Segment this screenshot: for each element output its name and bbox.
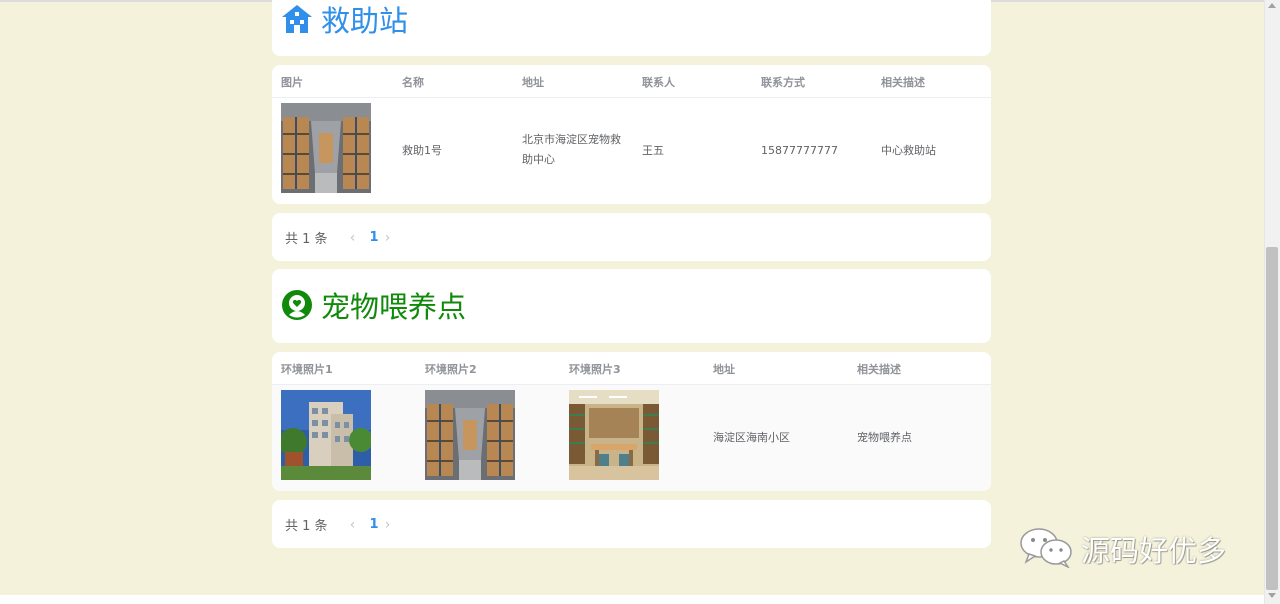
feeding-point-title: 宠物喂养点 bbox=[281, 287, 466, 327]
address-line-2: 助中心 bbox=[522, 153, 555, 166]
warehouse-image[interactable] bbox=[281, 103, 371, 193]
station-description: 中心救助站 bbox=[881, 144, 936, 157]
pet-heart-icon bbox=[281, 289, 313, 325]
library-image[interactable] bbox=[569, 390, 659, 480]
scroll-up-icon[interactable] bbox=[1268, 3, 1276, 8]
feeding-point-pagination-card: 共 1 条 ‹ 1 › bbox=[272, 500, 991, 548]
column-header-photo-2[interactable]: 环境照片2 bbox=[425, 361, 477, 377]
column-header-name[interactable]: 名称 bbox=[402, 74, 424, 90]
section-title: 救助站 bbox=[321, 4, 409, 38]
home-icon bbox=[281, 4, 313, 38]
column-header-image[interactable]: 图片 bbox=[281, 74, 303, 90]
building-image[interactable] bbox=[281, 390, 371, 480]
table-header: 图片 名称 地址 联系人 联系方式 相关描述 bbox=[272, 65, 991, 98]
column-header-address[interactable]: 地址 bbox=[713, 361, 735, 377]
column-header-photo-3[interactable]: 环境照片3 bbox=[569, 361, 621, 377]
chevron-right-icon[interactable]: › bbox=[371, 230, 405, 246]
rescue-station-header-card: 救助站 bbox=[272, 0, 991, 56]
feeding-point-table: 环境照片1 环境照片2 环境照片3 地址 相关描述 海淀区海南小区 宠物喂养点 bbox=[272, 352, 991, 491]
column-header-phone[interactable]: 联系方式 bbox=[761, 74, 805, 90]
section-title: 宠物喂养点 bbox=[321, 290, 467, 324]
address-line-1: 北京市海淀区宠物救 bbox=[522, 133, 621, 146]
rescue-station-table: 图片 名称 地址 联系人 联系方式 相关描述 救助1号 北京市海淀区宠物救 助中… bbox=[272, 65, 991, 204]
column-header-photo-1[interactable]: 环境照片1 bbox=[281, 361, 333, 377]
table-header: 环境照片1 环境照片2 环境照片3 地址 相关描述 bbox=[272, 352, 991, 385]
column-header-description[interactable]: 相关描述 bbox=[881, 74, 925, 90]
watermark: 源码好优多 bbox=[1019, 526, 1226, 572]
warehouse-image[interactable] bbox=[425, 390, 515, 480]
pagination-total: 共 1 条 bbox=[285, 519, 328, 534]
column-header-contact[interactable]: 联系人 bbox=[642, 74, 675, 90]
station-address: 北京市海淀区宠物救 助中心 bbox=[522, 130, 621, 170]
pagination-total: 共 1 条 bbox=[285, 232, 328, 247]
watermark-text: 源码好优多 bbox=[1081, 534, 1227, 568]
wechat-icon bbox=[1019, 526, 1075, 572]
rescue-station-title: 救助站 bbox=[281, 1, 408, 41]
feeding-point-address: 海淀区海南小区 bbox=[713, 431, 790, 444]
column-header-description[interactable]: 相关描述 bbox=[857, 361, 901, 377]
chevron-left-icon[interactable]: ‹ bbox=[336, 517, 370, 533]
pagination: 共 1 条 ‹ 1 › bbox=[285, 515, 405, 535]
column-header-address[interactable]: 地址 bbox=[522, 74, 544, 90]
rescue-station-pagination-card: 共 1 条 ‹ 1 › bbox=[272, 213, 991, 261]
station-name: 救助1号 bbox=[402, 144, 442, 157]
chevron-right-icon[interactable]: › bbox=[371, 517, 405, 533]
station-phone: 15877777777 bbox=[761, 144, 838, 157]
scrollbar-thumb[interactable] bbox=[1266, 247, 1278, 590]
feeding-point-description: 宠物喂养点 bbox=[857, 431, 912, 444]
pagination: 共 1 条 ‹ 1 › bbox=[285, 228, 405, 248]
station-contact: 王五 bbox=[642, 144, 664, 157]
chevron-left-icon[interactable]: ‹ bbox=[336, 230, 370, 246]
feeding-point-header-card: 宠物喂养点 bbox=[272, 269, 991, 343]
scroll-down-icon[interactable] bbox=[1268, 593, 1276, 598]
page-bottom bbox=[0, 595, 1264, 604]
